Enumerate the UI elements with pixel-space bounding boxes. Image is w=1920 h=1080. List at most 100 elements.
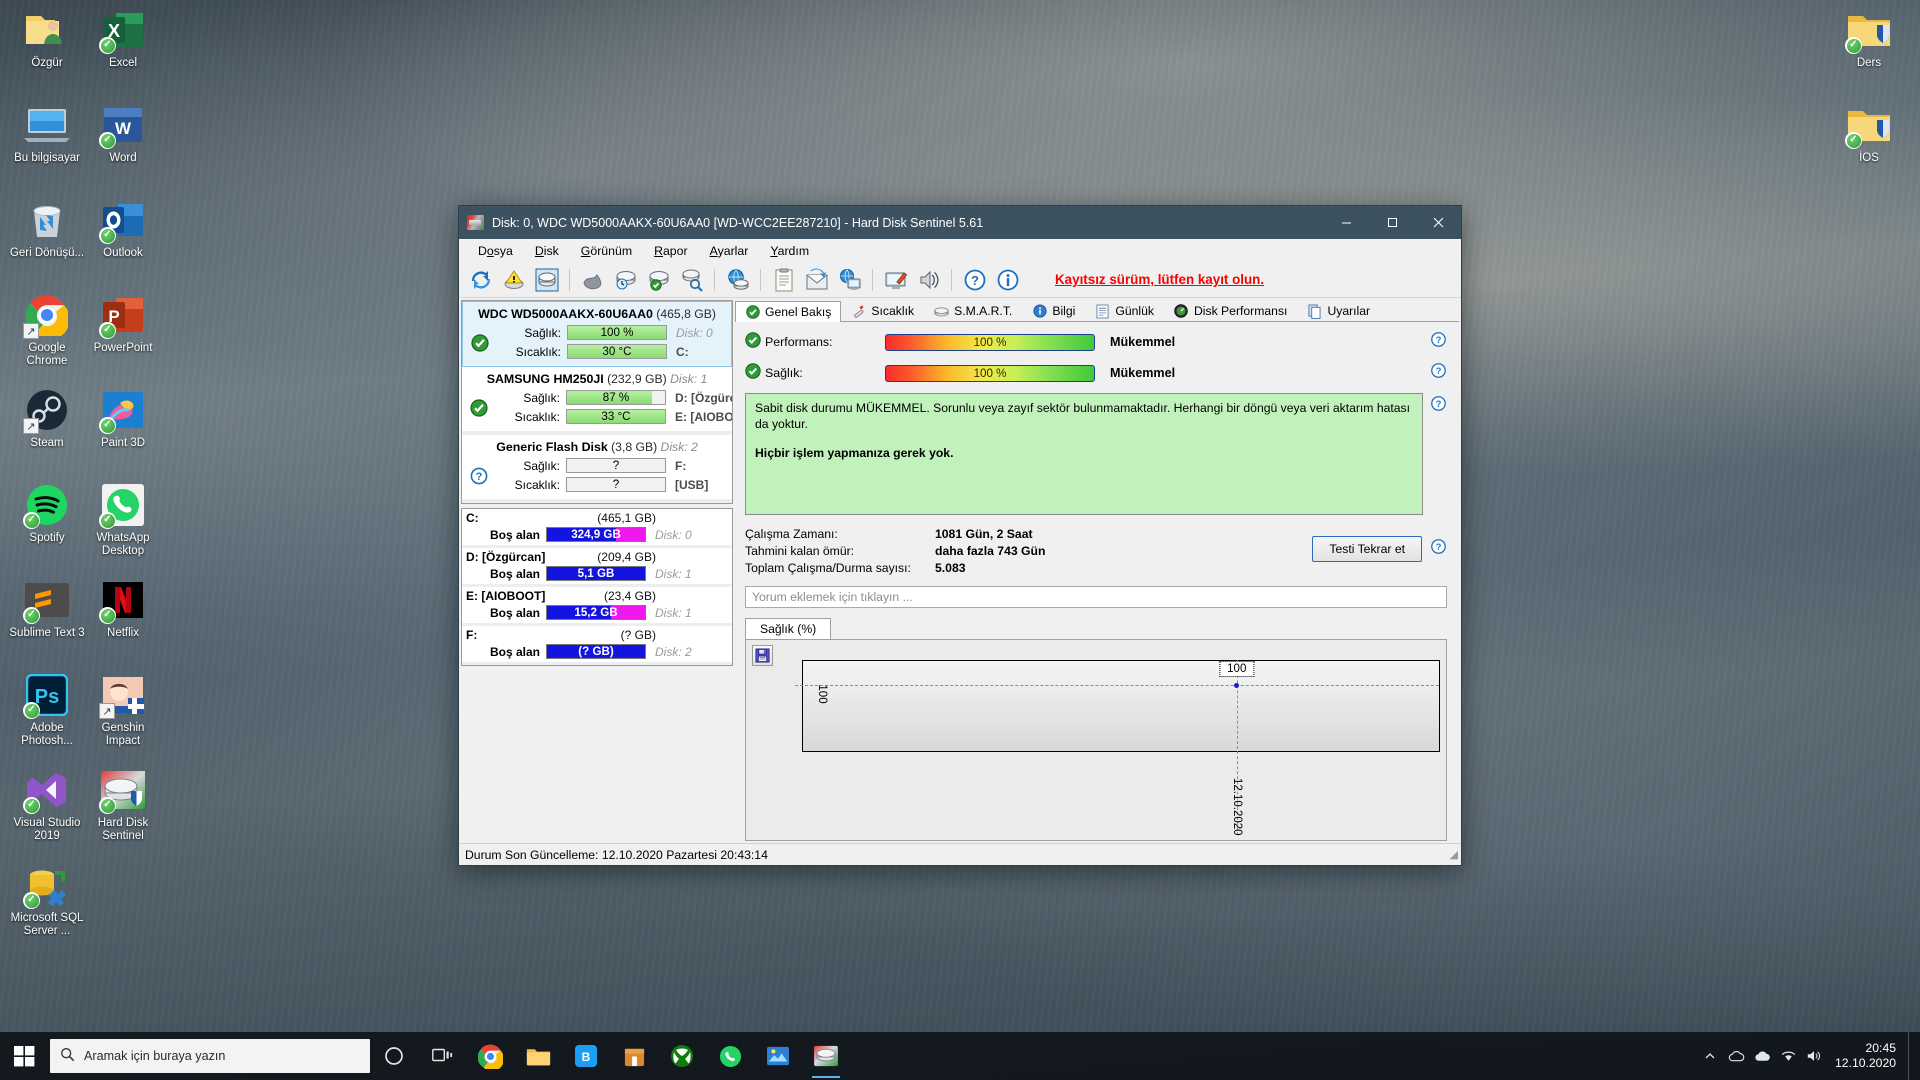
taskbar-clock[interactable]: 20:45 12.10.2020 — [1827, 1041, 1908, 1071]
cloud-icon[interactable] — [1723, 1032, 1749, 1080]
comment-input[interactable]: Yorum eklemek için tıklayın ... — [745, 586, 1447, 608]
help-icon[interactable]: ? — [959, 265, 990, 295]
store-icon[interactable] — [610, 1032, 658, 1080]
info-icon[interactable] — [992, 265, 1023, 295]
word-icon: W — [99, 101, 147, 149]
disk-gray-icon[interactable] — [577, 265, 608, 295]
disk-search-icon[interactable] — [676, 265, 707, 295]
desktop-icon-spotify[interactable]: Spotify — [8, 481, 86, 559]
network-monitor-icon[interactable] — [834, 265, 865, 295]
screen-config-icon[interactable] — [880, 265, 911, 295]
file-explorer-icon[interactable] — [514, 1032, 562, 1080]
desktop-icon-whatsapp[interactable]: WhatsApp Desktop — [84, 481, 162, 559]
onedrive-icon[interactable] — [1749, 1032, 1775, 1080]
desktop-icon-genshin-impact[interactable]: ↗ Genshin Impact — [84, 671, 162, 749]
disk-check-icon[interactable] — [643, 265, 674, 295]
maximize-icon[interactable] — [1369, 206, 1415, 239]
refresh-icon[interactable] — [465, 265, 496, 295]
volume-entry-0[interactable]: C: (465,1 GB) Boş alan 324,9 GB Disk: 0 — [462, 509, 732, 548]
desktop-icon-hard-disk-sentinel[interactable]: Hard Disk Sentinel — [84, 766, 162, 844]
alert-sound-icon[interactable] — [913, 265, 944, 295]
bluestacks-icon[interactable]: B — [562, 1032, 610, 1080]
check-badge-icon — [99, 512, 116, 529]
minimize-icon[interactable] — [1323, 206, 1369, 239]
registration-notice[interactable]: Kayıtsız sürüm, lütfen kayıt olun. — [1055, 272, 1264, 287]
desktop-icon-word[interactable]: W Word — [84, 101, 162, 179]
desktop-icon-paint3d[interactable]: Paint 3D — [84, 386, 162, 464]
desktop-icon-excel[interactable]: X Excel — [84, 6, 162, 84]
menu-item-0[interactable]: Dosya — [467, 241, 524, 261]
chrome-icon[interactable] — [466, 1032, 514, 1080]
tab-s-m-a-r-t[interactable]: S.M.A.R.T. — [924, 300, 1022, 321]
desktop-icon-chrome[interactable]: ↗ Google Chrome — [8, 291, 86, 369]
desktop-icon-user-folder[interactable]: Özgür — [8, 6, 86, 84]
disk-entry-0[interactable]: WDC WD5000AAKX-60U6AA0 (465,8 GB) Sağlık:… — [462, 301, 732, 367]
whatsapp-icon[interactable] — [706, 1032, 754, 1080]
status-description-text: Sabit disk durumu MÜKEMMEL. Sorunlu veya… — [755, 401, 1411, 431]
desktop-icon-photoshop[interactable]: Ps Adobe Photosh... — [8, 671, 86, 749]
disk-metric-row: Sağlık:? F: — [494, 457, 730, 474]
windows-start-icon[interactable] — [0, 1032, 48, 1080]
desktop-icon-steam[interactable]: ↗ Steam — [8, 386, 86, 464]
tab-disk-performans[interactable]: Disk Performansı — [1164, 300, 1297, 321]
cortana-icon[interactable] — [370, 1032, 418, 1080]
desktop-icon-folder[interactable]: Ders — [1830, 6, 1908, 84]
help-icon[interactable]: ? — [1423, 393, 1447, 417]
folder-icon — [1845, 101, 1893, 149]
close-icon[interactable] — [1415, 206, 1461, 239]
help-icon[interactable]: ? — [1430, 362, 1447, 384]
desktop-icon-folder[interactable]: İOS — [1830, 101, 1908, 179]
desktop-icon-recycle-bin[interactable]: Geri Dönüşü... — [8, 196, 86, 274]
disk-info-icon[interactable] — [531, 265, 562, 295]
volume-free-row: Boş alan 5,1 GB Disk: 1 — [466, 566, 728, 581]
desktop-icon-this-pc[interactable]: Bu bilgisayar — [8, 101, 86, 179]
save-floppy-icon[interactable] — [752, 645, 773, 666]
retest-button[interactable]: Testi Tekrar et — [1312, 536, 1422, 562]
hard-disk-sentinel-icon[interactable] — [802, 1032, 850, 1080]
tab-g-nl-k[interactable]: Günlük — [1085, 300, 1164, 321]
desktop-icon-netflix[interactable]: Netflix — [84, 576, 162, 654]
chart-tab-health[interactable]: Sağlık (%) — [745, 618, 832, 639]
toolbar: ? Kayıtsız sürüm, lütfen kayıt olun. — [459, 262, 1461, 298]
warning-disk-icon[interactable] — [498, 265, 529, 295]
tab-genel-bak[interactable]: Genel Bakış — [735, 301, 842, 322]
tab-bilgi[interactable]: Bilgi — [1022, 300, 1085, 321]
menu-item-2[interactable]: Görünüm — [570, 241, 643, 261]
task-view-icon[interactable] — [418, 1032, 466, 1080]
menu-item-5[interactable]: Yardım — [759, 241, 820, 261]
menu-item-1[interactable]: Disk — [524, 241, 570, 261]
paint-icon[interactable] — [754, 1032, 802, 1080]
tab-s-cakl-k[interactable]: Sıcaklık — [841, 300, 924, 321]
disk-entry-1[interactable]: SAMSUNG HM250JI (232,9 GB) Disk: 1 Sağlık… — [462, 367, 732, 435]
resize-grip[interactable]: ◢ — [1450, 848, 1458, 861]
menu-item-3[interactable]: Rapor — [643, 241, 699, 261]
volume-entry-2[interactable]: E: [AIOBOOT] (23,4 GB) Boş alan 15,2 GB Disk… — [462, 587, 732, 626]
desktop-icon-outlook[interactable]: Outlook — [84, 196, 162, 274]
send-report-icon[interactable] — [801, 265, 832, 295]
metric-label: Sıcaklık: — [514, 409, 560, 424]
disk-entry-2[interactable]: Generic Flash Disk (3,8 GB) Disk: 2? Sağl… — [462, 435, 732, 503]
info-row: Tahmini kalan ömür: daha fazla 743 Gün — [745, 543, 1045, 560]
disk-clock-icon[interactable] — [610, 265, 641, 295]
network-disk-icon[interactable] — [722, 265, 753, 295]
desktop-icon-sql-server[interactable]: Microsoft SQL Server ... — [8, 861, 86, 939]
help-icon[interactable]: ? — [1430, 538, 1447, 560]
show-desktop-button[interactable] — [1908, 1032, 1916, 1080]
search-input[interactable]: Aramak için buraya yazın — [50, 1039, 370, 1073]
xbox-icon[interactable] — [658, 1032, 706, 1080]
menu-item-4[interactable]: Ayarlar — [699, 241, 760, 261]
volume-icon[interactable] — [1801, 1032, 1827, 1080]
desktop-icon-visual-studio[interactable]: Visual Studio 2019 — [8, 766, 86, 844]
desktop-icon-sublime-text[interactable]: Sublime Text 3 — [8, 576, 86, 654]
chevron-up-icon[interactable] — [1697, 1032, 1723, 1080]
tab-uyar-lar[interactable]: Uyarılar — [1297, 300, 1380, 321]
volume-entry-1[interactable]: D: [Özgürcan] (209,4 GB) Boş alan 5,1 GB Dis… — [462, 548, 732, 587]
help-icon[interactable]: ? — [1430, 331, 1447, 353]
desktop-icon-label: Genshin Impact — [101, 722, 145, 747]
disk-model: WDC WD5000AAKX-60U6AA0 — [478, 307, 653, 321]
volume-entry-3[interactable]: F: (? GB) Boş alan (? GB) Disk: 2 — [462, 626, 732, 665]
window-titlebar[interactable]: Disk: 0, WDC WD5000AAKX-60U6AA0 [WD-WCC2… — [459, 206, 1461, 239]
desktop-icon-powerpoint[interactable]: P PowerPoint — [84, 291, 162, 369]
wifi-icon[interactable] — [1775, 1032, 1801, 1080]
report-icon[interactable] — [768, 265, 799, 295]
